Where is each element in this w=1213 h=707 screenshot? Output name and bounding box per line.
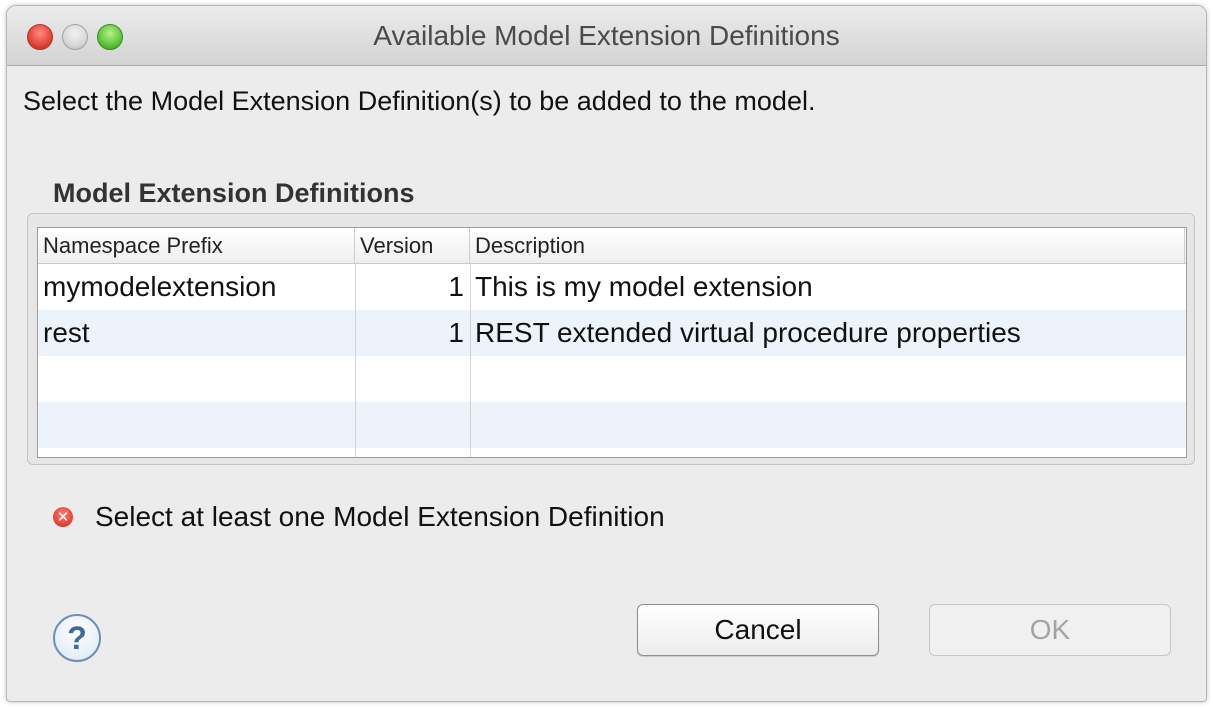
ok-button[interactable]: OK: [929, 604, 1171, 656]
help-button[interactable]: ?: [53, 614, 101, 662]
cancel-button[interactable]: Cancel: [637, 604, 879, 656]
table-row[interactable]: rest 1 REST extended virtual procedure p…: [38, 310, 1186, 356]
table-row-empty: [38, 402, 1186, 448]
cell-namespace-prefix: mymodelextension: [43, 271, 277, 302]
cell-description: This is my model extension: [475, 271, 813, 302]
help-icon: ?: [67, 619, 87, 656]
error-message: Select at least one Model Extension Defi…: [95, 501, 665, 532]
cell-version: 1: [448, 317, 464, 348]
error-message-row: ✕ Select at least one Model Extension De…: [53, 501, 665, 533]
column-divider: [470, 264, 471, 457]
group-label: Model Extension Definitions: [53, 178, 415, 208]
window-title: Available Model Extension Definitions: [373, 20, 840, 51]
table-row[interactable]: mymodelextension 1 This is my model exte…: [38, 264, 1186, 310]
error-icon: ✕: [53, 507, 73, 527]
cell-description: REST extended virtual procedure properti…: [475, 317, 1021, 348]
column-header-description[interactable]: Description: [470, 228, 1185, 264]
table-row-empty: [38, 356, 1186, 402]
dialog-window: Available Model Extension Definitions Se…: [6, 5, 1207, 702]
column-divider: [355, 264, 356, 457]
instruction-text: Select the Model Extension Definition(s)…: [23, 86, 816, 116]
extension-definitions-table[interactable]: Namespace Prefix Version Description mym…: [37, 227, 1187, 458]
extension-definitions-group: Namespace Prefix Version Description mym…: [27, 213, 1195, 465]
table-header: Namespace Prefix Version Description: [38, 228, 1186, 264]
column-header-version[interactable]: Version: [355, 228, 470, 264]
cell-version: 1: [448, 271, 464, 302]
column-header-namespace-prefix[interactable]: Namespace Prefix: [38, 228, 355, 264]
cell-namespace-prefix: rest: [43, 317, 90, 348]
title-bar: Available Model Extension Definitions: [7, 6, 1206, 66]
